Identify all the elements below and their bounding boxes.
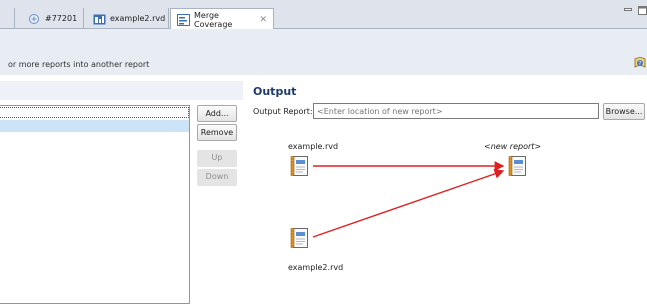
tab-separator: [83, 8, 84, 28]
tab-separator: [14, 8, 15, 28]
list-item[interactable]: [0, 107, 189, 118]
tab-example2-rvd[interactable]: example2.rvd: [87, 8, 171, 29]
maximize-icon[interactable]: [638, 6, 647, 15]
up-button[interactable]: Up: [197, 150, 237, 167]
minimize-icon[interactable]: [624, 6, 632, 13]
svg-text:?: ?: [639, 61, 642, 67]
report-document-icon: [289, 155, 311, 177]
close-tab-icon[interactable]: ✕: [259, 15, 267, 25]
help-icon[interactable]: ?: [633, 56, 647, 70]
merge-arrow: [312, 169, 505, 238]
tab-label: Merge Coverage: [194, 10, 233, 29]
source-report-label: example2.rvd: [288, 263, 344, 272]
editor-description: or more reports into another report: [8, 60, 150, 69]
target-report-label: <new report>: [484, 142, 542, 151]
tab-separator: [168, 8, 169, 28]
list-item-selected[interactable]: [0, 120, 189, 132]
input-reports-title-bar: [0, 81, 243, 100]
output-report-input[interactable]: [313, 103, 599, 119]
editor-tab-bar: #77201 example2.rvd Merge Coverage ✕: [0, 0, 647, 30]
output-report-label: Output Report:: [253, 107, 313, 116]
source-report-label: example.rvd: [288, 142, 339, 151]
tab-label: example2.rvd: [110, 14, 166, 23]
add-button[interactable]: Add...: [197, 105, 237, 122]
output-section-title: Output: [253, 85, 297, 98]
browse-button[interactable]: Browse...: [603, 103, 645, 120]
tab-merge-coverage[interactable]: Merge Coverage ✕: [170, 8, 274, 30]
report-document-icon: [289, 227, 311, 249]
task-icon: [28, 13, 41, 25]
tab-label: #77201: [45, 14, 78, 23]
report-document-icon: [507, 155, 529, 177]
input-reports-list[interactable]: [0, 105, 190, 304]
down-button[interactable]: Down: [197, 169, 237, 186]
rvd-file-icon: [93, 13, 106, 25]
merge-coverage-icon: [177, 13, 190, 26]
tab-task-77201[interactable]: #77201: [22, 8, 83, 29]
remove-button[interactable]: Remove: [197, 124, 237, 141]
